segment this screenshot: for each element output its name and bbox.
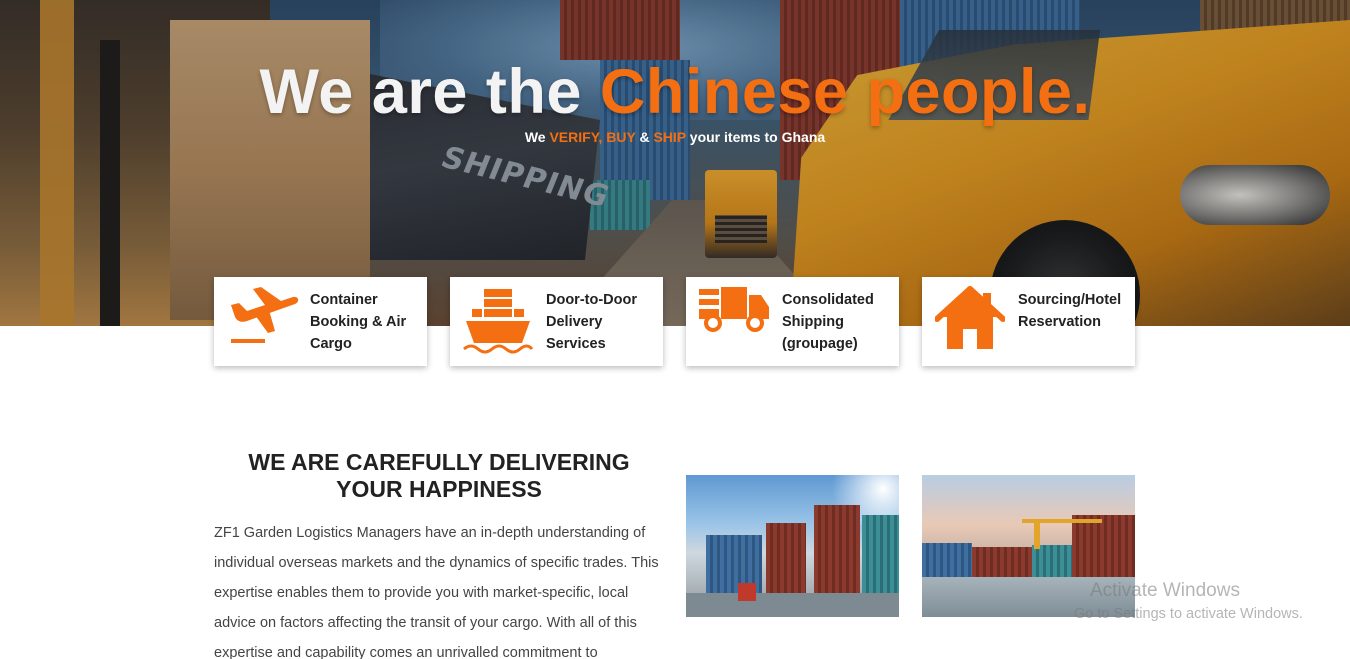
hero-title-accent: Chinese people. bbox=[599, 57, 1091, 127]
hero-overlay bbox=[0, 0, 1350, 326]
hero-sub-amp: & bbox=[635, 129, 654, 145]
hero-sub-verify-buy: VERIFY, BUY bbox=[549, 129, 636, 145]
windows-watermark-subtitle: Go to Settings to activate Windows. bbox=[1074, 606, 1303, 622]
hero-sub-rest: your items to Ghana bbox=[685, 129, 826, 145]
delivery-truck-icon bbox=[686, 277, 782, 366]
service-card-label: Door-to-Door Delivery Services bbox=[546, 292, 638, 352]
cargo-ship-icon bbox=[450, 277, 546, 366]
service-card-sourcing[interactable]: Sourcing/Hotel Reservation bbox=[922, 277, 1135, 366]
hero-sub-ship: SHIP bbox=[653, 129, 686, 145]
hero-sub-we: We bbox=[524, 129, 550, 145]
service-card-label: Consolidated Shipping (groupage) bbox=[782, 292, 874, 352]
hero-subtitle: We VERIFY, BUY & SHIP your items to Ghan… bbox=[0, 129, 1350, 145]
service-card-label: Container Booking & Air Cargo bbox=[310, 292, 407, 352]
service-card-label: Sourcing/Hotel Reservation bbox=[1018, 292, 1122, 330]
windows-watermark-title: Activate Windows bbox=[1090, 580, 1240, 601]
about-heading: WE ARE CAREFULLY DELIVERING YOUR HAPPINE… bbox=[248, 449, 630, 502]
service-card-consolidated[interactable]: Consolidated Shipping (groupage) bbox=[686, 277, 899, 366]
service-card-door-to-door[interactable]: Door-to-Door Delivery Services bbox=[450, 277, 663, 366]
airplane-icon bbox=[214, 277, 310, 366]
service-card-air-cargo[interactable]: Container Booking & Air Cargo bbox=[214, 277, 427, 366]
hero-title: We are the Chinese people. bbox=[0, 56, 1350, 128]
hero-banner: SHIPPING We are the Chinese people. We V… bbox=[0, 0, 1350, 326]
house-icon bbox=[922, 277, 1018, 366]
containers-photo-1 bbox=[686, 475, 899, 617]
about-paragraph: ZF1 Garden Logistics Managers have an in… bbox=[214, 525, 659, 659]
hero-title-main: We are the bbox=[259, 57, 600, 127]
